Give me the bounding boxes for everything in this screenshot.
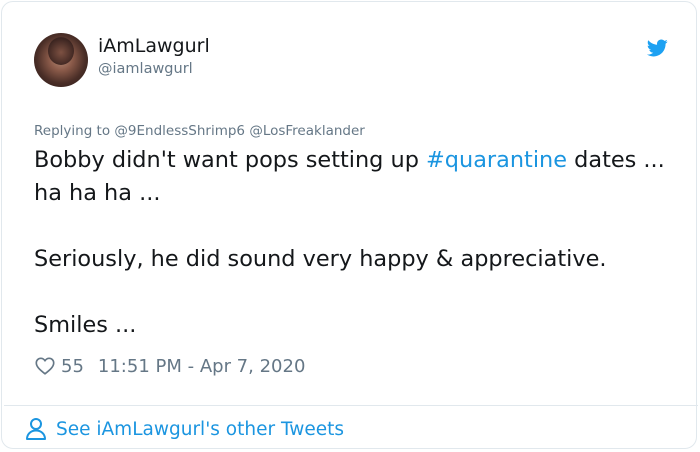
tweet-paragraph — [34, 210, 674, 243]
tweet-paragraph: Seriously, he did sound very happy & app… — [34, 246, 607, 272]
divider — [4, 405, 698, 406]
heart-icon[interactable] — [34, 355, 56, 377]
like-count[interactable]: 55 — [61, 356, 84, 377]
tweet-paragraph — [34, 276, 674, 309]
author-avatar[interactable] — [34, 33, 88, 87]
hashtag-link[interactable]: #quarantine — [426, 147, 567, 173]
see-other-tweets-link[interactable]: See iAmLawgurl's other Tweets — [25, 414, 344, 444]
tweet-card: iAmLawgurl @iamlawgurl Replying to @9End… — [1, 1, 698, 449]
reply-prefix: Replying to — [34, 123, 115, 139]
author-handle[interactable]: @iamlawgurl — [98, 61, 193, 77]
tweet-timestamp[interactable]: 11:51 PM - Apr 7, 2020 — [98, 356, 305, 377]
mention-link[interactable]: @9EndlessShrimp6 — [114, 123, 245, 139]
tweet-text-segment: Bobby didn't want pops setting up — [34, 147, 427, 173]
see-other-tweets-label: See iAmLawgurl's other Tweets — [56, 418, 344, 440]
person-icon — [26, 418, 46, 440]
tweet-meta: 55 11:51 PM - Apr 7, 2020 — [34, 351, 305, 381]
author-name[interactable]: iAmLawgurl — [98, 35, 210, 57]
tweet-paragraph: Bobby didn't want pops setting up #quara… — [34, 144, 674, 210]
tweet-paragraph: Smiles ... — [34, 312, 137, 338]
twitter-bird-icon[interactable] — [644, 37, 670, 59]
replying-to: Replying to @9EndlessShrimp6 @LosFreakla… — [34, 123, 365, 139]
tweet-text: Bobby didn't want pops setting up #quara… — [34, 144, 674, 342]
mention-link[interactable]: @LosFreaklander — [249, 123, 365, 139]
